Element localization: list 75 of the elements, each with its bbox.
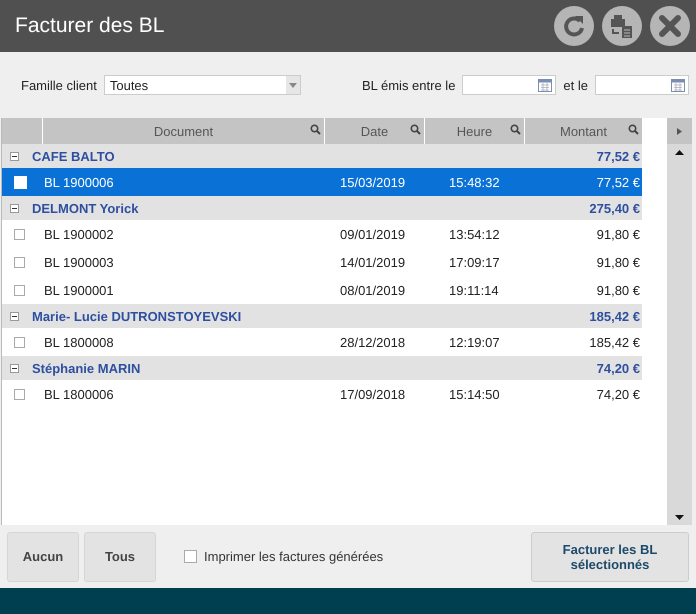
dropdown-arrow-icon	[288, 82, 297, 88]
row-checkbox[interactable]	[14, 256, 25, 268]
collapse-icon[interactable]	[10, 204, 19, 212]
column-header[interactable]: Heure	[425, 118, 524, 144]
collapse-icon[interactable]	[10, 152, 19, 160]
start-date-field[interactable]	[462, 75, 556, 95]
close-icon	[657, 13, 683, 39]
table-cell-text: 91,80 €	[596, 254, 641, 270]
search-icon	[510, 124, 521, 135]
table-cell-text: BL 1900002	[43, 226, 115, 242]
group-total: 275,40 €	[588, 200, 641, 216]
row-checkbox[interactable]	[14, 284, 25, 296]
group-total: 185,42 €	[588, 308, 641, 324]
and-label: et le	[563, 78, 588, 92]
collapse-icon[interactable]	[10, 312, 19, 320]
group-total: 74,20 €	[596, 360, 641, 376]
group-name: DELMONT Yorick	[32, 200, 140, 216]
calendar-icon	[538, 78, 552, 92]
table-cell-text: BL 1800008	[43, 334, 115, 350]
scroll-right-button[interactable]	[667, 118, 692, 144]
invoice-button[interactable]: Facturer les BL sélectionnés	[531, 532, 689, 582]
table-cell-text: 14/01/2019	[339, 254, 406, 270]
none-button[interactable]: Aucun	[7, 532, 79, 582]
row-checkbox[interactable]	[14, 336, 25, 348]
search-icon	[410, 124, 421, 135]
group-name: Marie- Lucie DUTRONSTOYEVSKI	[32, 308, 242, 324]
scrollbar[interactable]	[667, 144, 692, 525]
table-cell-text: 15:14:50	[448, 386, 501, 402]
arrow-right-icon	[677, 128, 682, 134]
print-checkbox[interactable]	[184, 550, 197, 563]
arrow-down-icon	[675, 514, 684, 520]
date-range-label: BL émis entre le	[362, 78, 456, 92]
family-dropdown[interactable]: Toutes	[104, 75, 301, 95]
print-label: Imprimer les factures générées	[204, 549, 384, 564]
end-date-field[interactable]	[595, 75, 689, 95]
group-total: 77,52 €	[596, 148, 641, 164]
window-title: Facturer des BL	[15, 14, 166, 38]
table-cell-text: 17/09/2018	[339, 386, 406, 402]
refresh-button[interactable]	[554, 6, 594, 46]
print-button[interactable]	[602, 6, 642, 46]
table-cell-text: BL 1900001	[43, 282, 115, 298]
table-cell-text: BL 1900006	[43, 174, 115, 190]
column-header[interactable]: Montant	[525, 118, 642, 144]
table-cell-text: 12:19:07	[448, 334, 501, 350]
table-cell-text: 19:11:14	[448, 282, 500, 298]
table-cell-text: 91,80 €	[596, 226, 641, 242]
row-checkbox[interactable]	[14, 388, 25, 400]
column-header[interactable]: Date	[325, 118, 424, 144]
collapse-icon[interactable]	[10, 364, 19, 372]
column-header[interactable]: Document	[43, 118, 324, 144]
table-cell-text: 74,20 €	[596, 386, 641, 402]
calendar-icon	[671, 78, 685, 92]
table-cell-text: 09/01/2019	[339, 226, 406, 242]
row-checkbox[interactable]	[14, 228, 25, 240]
family-label: Famille client	[21, 78, 97, 92]
table-cell-text: 77,52 €	[596, 174, 641, 190]
arrow-up-icon	[675, 150, 684, 154]
search-icon	[628, 124, 639, 135]
table-cell-text: 13:54:12	[448, 226, 501, 242]
table-cell-text: BL 1900003	[43, 254, 115, 270]
group-name: Stéphanie MARIN	[32, 360, 142, 376]
group-name: CAFE BALTO	[32, 148, 116, 164]
table-cell-text: BL 1800006	[43, 386, 115, 402]
table-cell-text: 185,42 €	[588, 334, 641, 350]
refresh-icon	[561, 13, 587, 39]
search-icon	[310, 124, 321, 135]
table-cell-text: 17:09:17	[448, 254, 501, 270]
close-button[interactable]	[650, 6, 690, 46]
table-cell-text: 15/03/2019	[339, 174, 406, 190]
table-cell-text: 28/12/2018	[339, 334, 406, 350]
table-row[interactable]: BL 1900006 15/03/2019 15:48:32 77,52 €	[2, 168, 642, 196]
table-cell-text: 08/01/2019	[339, 282, 406, 298]
table-cell-text: 91,80 €	[596, 282, 641, 298]
all-button[interactable]: Tous	[84, 532, 156, 582]
table-cell-text: 15:48:32	[448, 174, 501, 190]
